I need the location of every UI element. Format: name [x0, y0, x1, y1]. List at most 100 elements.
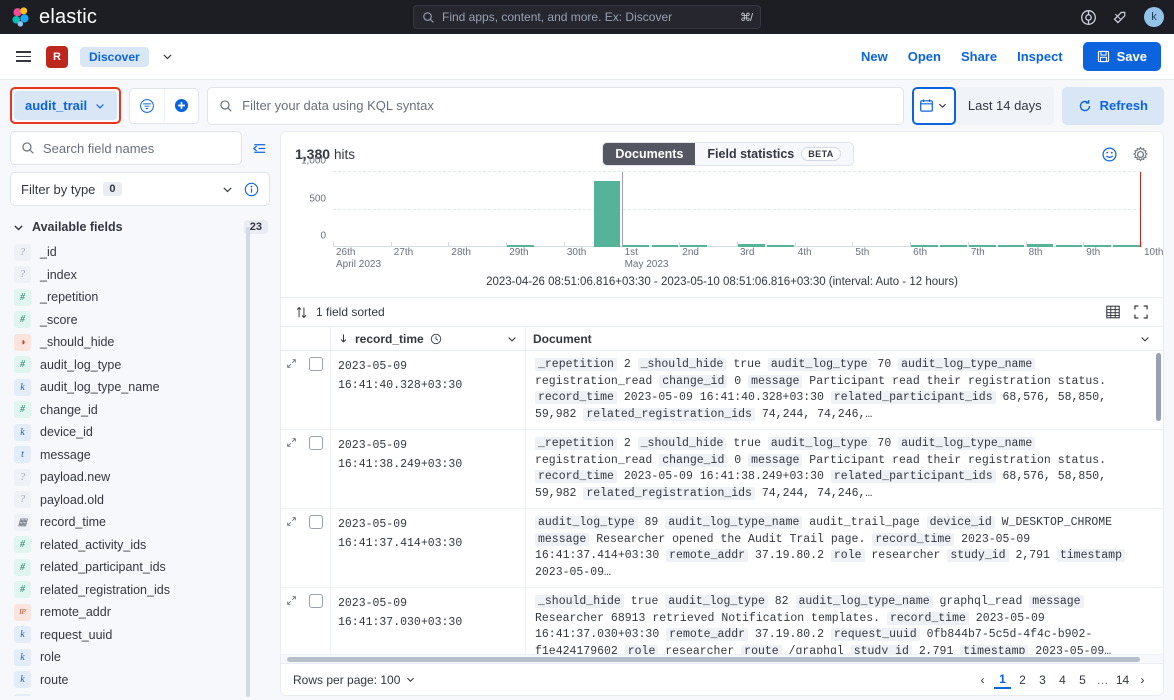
x-axis-label-day: 6th: [913, 247, 927, 259]
doc-field-value: 37.19.80.2: [755, 628, 824, 641]
info-icon[interactable]: [244, 182, 259, 197]
fullscreen-icon[interactable]: [1133, 304, 1149, 320]
histogram-plot-area[interactable]: 05001,000: [295, 172, 1149, 247]
doc-field-key: remote_addr: [666, 628, 748, 641]
field-item[interactable]: #_repetition: [10, 286, 270, 309]
share-button[interactable]: Share: [961, 49, 997, 64]
column-header-document-label: Document: [533, 332, 592, 346]
field-type-number-icon: #: [14, 581, 31, 598]
field-item[interactable]: #related_registration_ids: [10, 579, 270, 602]
chevron-down-icon: [937, 100, 948, 111]
pagination-page-button[interactable]: 2: [1014, 670, 1031, 689]
save-button[interactable]: Save: [1083, 42, 1161, 71]
field-item[interactable]: kdevice_id: [10, 421, 270, 444]
available-fields-header[interactable]: Available fields 23: [10, 218, 270, 236]
open-button[interactable]: Open: [908, 49, 941, 64]
pagination-next-button[interactable]: ›: [1134, 670, 1151, 689]
x-axis-label-day: 4th: [798, 247, 812, 259]
filter-funnel-button[interactable]: [130, 89, 164, 123]
row-checkbox[interactable]: [309, 436, 323, 450]
new-button[interactable]: New: [861, 49, 888, 64]
field-item[interactable]: ?payload.new: [10, 466, 270, 489]
chart-options-icon[interactable]: [1101, 146, 1118, 163]
tab-field-statistics[interactable]: Field statistics BETA: [695, 143, 852, 165]
pagination-page-button[interactable]: 3: [1034, 670, 1051, 689]
pagination-page-button[interactable]: 14: [1114, 670, 1131, 689]
table-row[interactable]: 2023-05-0916:41:38.249+03:30_repetition …: [281, 430, 1163, 509]
expand-row-button[interactable]: [281, 509, 302, 587]
field-item[interactable]: krole: [10, 646, 270, 669]
field-item[interactable]: krequest_uuid: [10, 624, 270, 647]
field-item[interactable]: ▦record_time: [10, 511, 270, 534]
grid-vertical-scrollbar[interactable]: [1156, 353, 1161, 421]
table-row[interactable]: 2023-05-0916:41:37.414+03:30audit_log_ty…: [281, 509, 1163, 588]
table-density-icon[interactable]: [1105, 304, 1121, 320]
tab-documents[interactable]: Documents: [603, 143, 695, 165]
row-select-cell: [302, 430, 330, 508]
field-item[interactable]: kstudy_id: [10, 691, 270, 696]
time-range-caption: 2023-04-26 08:51:06.816+03:30 - 2023-05-…: [295, 273, 1149, 297]
table-row[interactable]: 2023-05-0916:41:40.328+03:30_repetition …: [281, 351, 1163, 430]
collapse-sidebar-button[interactable]: [248, 140, 270, 157]
sidebar-scrollbar[interactable]: [246, 227, 250, 697]
expand-row-button[interactable]: [281, 588, 302, 654]
chevron-down-icon[interactable]: [161, 50, 174, 63]
pagination-previous-button[interactable]: ‹: [974, 670, 991, 689]
grid-horizontal-scroll-thumb[interactable]: [287, 657, 1140, 662]
user-avatar[interactable]: k: [1144, 7, 1164, 27]
row-checkbox[interactable]: [309, 594, 323, 608]
field-item[interactable]: ?payload.old: [10, 489, 270, 512]
field-item[interactable]: ?_index: [10, 264, 270, 287]
x-axis-label-day: 7th: [971, 247, 985, 259]
rows-per-page-selector[interactable]: Rows per page: 100: [293, 673, 416, 687]
row-checkbox[interactable]: [309, 357, 323, 371]
field-list: ?_id?_index#_repetition#_score◑_should_h…: [10, 241, 270, 696]
expand-row-button[interactable]: [281, 430, 302, 508]
chevron-down-icon[interactable]: [506, 333, 518, 345]
news-feed-icon[interactable]: [1112, 9, 1129, 26]
field-item[interactable]: #audit_log_type: [10, 354, 270, 377]
pagination-page-button[interactable]: 5: [1074, 670, 1091, 689]
field-item[interactable]: ?_id: [10, 241, 270, 264]
add-filter-button[interactable]: [164, 89, 198, 123]
data-source-selector[interactable]: audit_trail: [14, 91, 117, 120]
help-icon[interactable]: [1080, 9, 1097, 26]
field-item[interactable]: #change_id: [10, 399, 270, 422]
inspect-button[interactable]: Inspect: [1017, 49, 1063, 64]
elastic-logo[interactable]: elastic: [10, 6, 97, 29]
expand-row-button[interactable]: [281, 351, 302, 429]
field-item[interactable]: ◑_should_hide: [10, 331, 270, 354]
field-item[interactable]: #related_participant_ids: [10, 556, 270, 579]
space-avatar[interactable]: R: [46, 46, 68, 68]
field-item[interactable]: IPremote_addr: [10, 601, 270, 624]
row-checkbox[interactable]: [309, 515, 323, 529]
field-item[interactable]: #related_activity_ids: [10, 534, 270, 557]
calendar-quickselect-button[interactable]: [912, 87, 956, 125]
sorted-fields-label[interactable]: 1 field sorted: [316, 305, 385, 319]
breadcrumb[interactable]: Discover: [80, 47, 149, 67]
table-row[interactable]: 2023-05-0916:41:37.030+03:30_should_hide…: [281, 588, 1163, 654]
field-type-string-icon: k: [14, 649, 31, 666]
kql-query-input[interactable]: Filter your data using KQL syntax: [207, 87, 904, 125]
global-search-input[interactable]: Find apps, content, and more. Ex: Discov…: [413, 5, 761, 29]
x-axis-label: 29th: [506, 247, 528, 259]
pagination-page-button[interactable]: 4: [1054, 670, 1071, 689]
histogram-bar[interactable]: [594, 181, 621, 247]
field-item[interactable]: kaudit_log_type_name: [10, 376, 270, 399]
gear-icon[interactable]: [1132, 146, 1149, 163]
doc-field-key: role: [625, 645, 659, 655]
field-item[interactable]: tmessage: [10, 444, 270, 467]
column-header-record-time[interactable]: record_time: [330, 327, 526, 350]
field-item[interactable]: #_score: [10, 309, 270, 332]
field-item[interactable]: kroute: [10, 669, 270, 692]
pagination-page-button[interactable]: 1: [994, 670, 1011, 689]
date-range-value[interactable]: Last 14 days: [956, 98, 1054, 113]
menu-toggle-icon[interactable]: [13, 48, 34, 65]
column-header-document[interactable]: Document: [526, 332, 1163, 346]
chevron-down-icon[interactable]: [1139, 333, 1151, 345]
tab-field-statistics-label: Field statistics: [707, 147, 794, 161]
field-search-input[interactable]: Search field names: [10, 131, 242, 165]
filter-by-type-dropdown[interactable]: Filter by type 0: [10, 172, 270, 206]
refresh-button[interactable]: Refresh: [1062, 87, 1164, 125]
grid-horizontal-scrollbar[interactable]: [281, 654, 1163, 663]
